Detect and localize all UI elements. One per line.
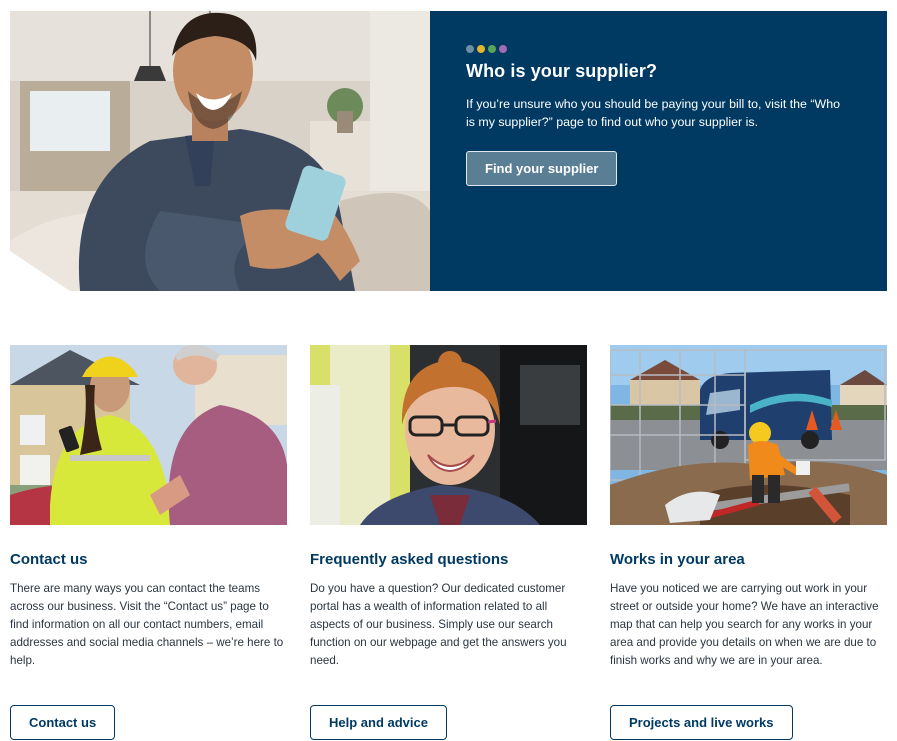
hero-photo-man-with-phone bbox=[10, 11, 430, 291]
card-contact-us: Contact us There are many ways you can c… bbox=[10, 345, 287, 741]
hero-title: Who is your supplier? bbox=[466, 61, 658, 81]
card-photo-smiling-woman bbox=[310, 345, 587, 525]
projects-and-live-works-button[interactable]: Projects and live works bbox=[610, 705, 793, 740]
card-title: Contact us bbox=[10, 551, 88, 568]
help-and-advice-button[interactable]: Help and advice bbox=[310, 705, 447, 740]
card-photo-street-works bbox=[610, 345, 887, 525]
supplier-hero: Who is your supplier? If you’re unsure w… bbox=[10, 11, 887, 291]
hero-panel: Who is your supplier? If you’re unsure w… bbox=[430, 11, 887, 291]
card-title: Works in your area bbox=[610, 551, 745, 568]
card-faq: Frequently asked questions Do you have a… bbox=[310, 345, 587, 741]
brand-dots bbox=[466, 45, 851, 53]
card-description: Do you have a question? Our dedicated cu… bbox=[310, 582, 567, 667]
find-your-supplier-button[interactable]: Find your supplier bbox=[466, 151, 618, 186]
brand-dot bbox=[477, 45, 485, 53]
hero-description: If you’re unsure who you should be payin… bbox=[466, 97, 840, 129]
contact-us-button[interactable]: Contact us bbox=[10, 705, 116, 740]
brand-dot bbox=[488, 45, 496, 53]
card-description: Have you noticed we are carrying out wor… bbox=[610, 582, 879, 667]
card-photo-engineer-and-customer bbox=[10, 345, 287, 525]
card-description: There are many ways you can contact the … bbox=[10, 582, 284, 667]
brand-dot bbox=[466, 45, 474, 53]
card-title: Frequently asked questions bbox=[310, 551, 509, 568]
brand-dot bbox=[499, 45, 507, 53]
card-works-in-your-area: Works in your area Have you noticed we a… bbox=[610, 345, 887, 741]
